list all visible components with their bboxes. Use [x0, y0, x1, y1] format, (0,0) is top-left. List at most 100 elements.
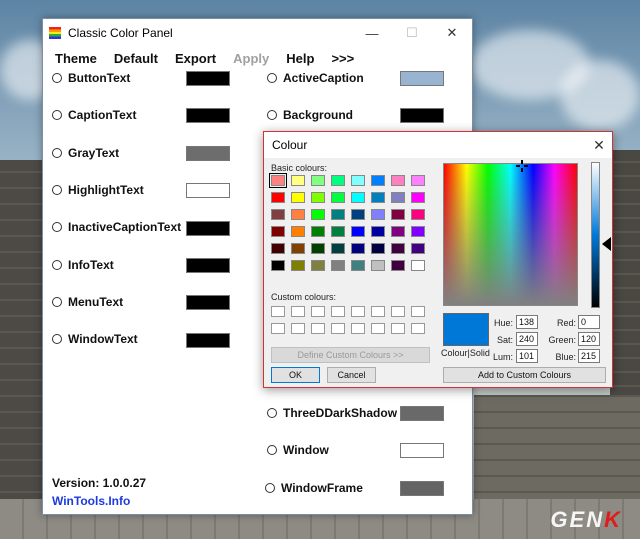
basic-colour-swatch[interactable] [411, 226, 425, 237]
basic-colour-swatch[interactable] [371, 175, 385, 186]
basic-colour-swatch[interactable] [311, 192, 325, 203]
basic-colour-swatch[interactable] [311, 209, 325, 220]
luminosity-slider[interactable] [591, 162, 600, 308]
cancel-button[interactable]: Cancel [327, 367, 376, 383]
radio-button[interactable] [52, 222, 62, 232]
basic-colour-swatch[interactable] [391, 260, 405, 271]
basic-colour-swatch[interactable] [371, 226, 385, 237]
hue-field[interactable]: 138 [516, 315, 538, 329]
swatch-threeddarkshadow[interactable] [400, 406, 444, 421]
custom-colour-swatch[interactable] [411, 323, 425, 334]
swatch-graytext[interactable] [186, 146, 230, 161]
option-infotext[interactable]: InfoText [52, 256, 114, 274]
radio-button[interactable] [52, 185, 62, 195]
title-bar[interactable]: Classic Color Panel — ☐ ✕ [43, 19, 472, 47]
radio-button[interactable] [267, 408, 277, 418]
basic-colour-swatch[interactable] [331, 192, 345, 203]
menu-default[interactable]: Default [114, 51, 158, 66]
option-graytext[interactable]: GrayText [52, 144, 119, 162]
basic-colour-swatch[interactable] [351, 260, 365, 271]
custom-colour-swatch[interactable] [351, 323, 365, 334]
radio-button[interactable] [52, 148, 62, 158]
basic-colour-swatch[interactable] [291, 226, 305, 237]
close-button[interactable]: ✕ [432, 19, 472, 47]
basic-colour-swatch[interactable] [271, 209, 285, 220]
basic-colour-swatch[interactable] [371, 243, 385, 254]
basic-colour-swatch[interactable] [311, 260, 325, 271]
basic-colour-swatch[interactable] [271, 192, 285, 203]
custom-colour-swatch[interactable] [331, 323, 345, 334]
basic-colour-swatch[interactable] [269, 173, 287, 188]
basic-colour-swatch[interactable] [391, 226, 405, 237]
swatch-window[interactable] [400, 443, 444, 458]
basic-colour-swatch[interactable] [351, 209, 365, 220]
basic-colour-swatch[interactable] [291, 209, 305, 220]
swatch-windowtext[interactable] [186, 333, 230, 348]
option-inactivecaptiontext[interactable]: InactiveCaptionText [52, 218, 181, 236]
green-field[interactable]: 120 [578, 332, 600, 346]
custom-colour-swatch[interactable] [271, 306, 285, 317]
basic-colour-swatch[interactable] [351, 226, 365, 237]
radio-button[interactable] [52, 260, 62, 270]
basic-colour-swatch[interactable] [291, 192, 305, 203]
luminosity-arrow-icon[interactable] [602, 237, 611, 251]
maximize-button[interactable]: ☐ [392, 19, 432, 47]
option-windowtext[interactable]: WindowText [52, 330, 138, 348]
radio-button[interactable] [52, 110, 62, 120]
basic-colour-swatch[interactable] [411, 243, 425, 254]
menu-help[interactable]: Help [286, 51, 314, 66]
define-custom-colours-button[interactable]: Define Custom Colours >> [271, 347, 430, 363]
option-highlighttext[interactable]: HighlightText [52, 181, 144, 199]
basic-colour-swatch[interactable] [371, 260, 385, 271]
minimize-button[interactable]: — [352, 19, 392, 47]
basic-colour-swatch[interactable] [331, 226, 345, 237]
swatch-highlighttext[interactable] [186, 183, 230, 198]
custom-colour-swatch[interactable] [311, 323, 325, 334]
swatch-inactivecaptiontext[interactable] [186, 221, 230, 236]
swatch-menutext[interactable] [186, 295, 230, 310]
add-to-custom-colours-button[interactable]: Add to Custom Colours [443, 367, 606, 383]
swatch-windowframe[interactable] [400, 481, 444, 496]
swatch-activecaption[interactable] [400, 71, 444, 86]
basic-colour-swatch[interactable] [391, 192, 405, 203]
basic-colour-swatch[interactable] [331, 243, 345, 254]
radio-button[interactable] [52, 334, 62, 344]
custom-colour-swatch[interactable] [371, 323, 385, 334]
radio-button[interactable] [265, 483, 275, 493]
custom-colour-swatch[interactable] [331, 306, 345, 317]
menu-apply[interactable]: Apply [233, 51, 269, 66]
basic-colour-swatch[interactable] [331, 260, 345, 271]
sat-field[interactable]: 240 [516, 332, 538, 346]
option-captiontext[interactable]: CaptionText [52, 106, 136, 124]
menu-export[interactable]: Export [175, 51, 216, 66]
radio-button[interactable] [52, 297, 62, 307]
radio-button[interactable] [52, 73, 62, 83]
custom-colour-swatch[interactable] [371, 306, 385, 317]
custom-colour-swatch[interactable] [391, 323, 405, 334]
basic-colour-swatch[interactable] [271, 260, 285, 271]
basic-colour-swatch[interactable] [351, 175, 365, 186]
basic-colour-swatch[interactable] [291, 243, 305, 254]
basic-colour-swatch[interactable] [351, 243, 365, 254]
basic-colour-swatch[interactable] [271, 226, 285, 237]
basic-colour-swatch[interactable] [391, 209, 405, 220]
basic-colour-swatch[interactable] [331, 209, 345, 220]
custom-colour-swatch[interactable] [351, 306, 365, 317]
option-windowframe[interactable]: WindowFrame [265, 479, 363, 497]
option-activecaption[interactable]: ActiveCaption [267, 69, 364, 87]
lum-field[interactable]: 101 [516, 349, 538, 363]
basic-colour-swatch[interactable] [411, 209, 425, 220]
blue-field[interactable]: 215 [578, 349, 600, 363]
swatch-buttontext[interactable] [186, 71, 230, 86]
basic-colour-swatch[interactable] [391, 243, 405, 254]
basic-colour-swatch[interactable] [411, 260, 425, 271]
basic-colour-swatch[interactable] [371, 209, 385, 220]
swatch-captiontext[interactable] [186, 108, 230, 123]
basic-colour-swatch[interactable] [371, 192, 385, 203]
swatch-infotext[interactable] [186, 258, 230, 273]
option-buttontext[interactable]: ButtonText [52, 69, 130, 87]
swatch-background[interactable] [400, 108, 444, 123]
basic-colour-swatch[interactable] [351, 192, 365, 203]
option-window[interactable]: Window [267, 441, 329, 459]
radio-button[interactable] [267, 73, 277, 83]
